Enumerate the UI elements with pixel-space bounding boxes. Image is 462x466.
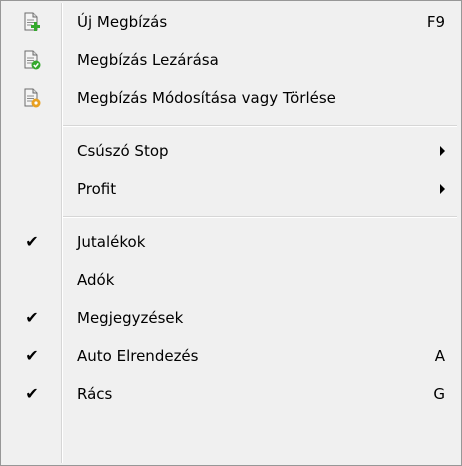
checkmark-icon: ✔ — [25, 384, 39, 403]
checkmark-icon: ✔ — [25, 232, 39, 251]
menu-item-notes[interactable]: ✔ Megjegyzések — [3, 299, 459, 337]
shortcut-label: F9 — [426, 13, 445, 31]
submenu-arrow-icon — [440, 146, 445, 156]
menu-item-label: Új Megbízás — [77, 13, 168, 31]
menu-item-label: Megjegyzések — [77, 309, 184, 327]
context-menu: Új Megbízás F9 Megbízás Lezárása Megbízá… — [0, 0, 462, 466]
close-order-icon — [3, 41, 61, 79]
menu-item-taxes[interactable]: Adók — [3, 261, 459, 299]
new-order-icon — [3, 3, 61, 41]
menu-separator — [63, 216, 457, 218]
menu-item-label: Megbízás Módosítása vagy Törlése — [77, 89, 336, 107]
checkmark-icon: ✔ — [25, 308, 39, 327]
menu-item-modify-order[interactable]: Megbízás Módosítása vagy Törlése — [3, 79, 459, 117]
menu-item-profit[interactable]: Profit — [3, 170, 459, 208]
menu-item-label: Auto Elrendezés — [77, 347, 199, 365]
menu-item-commissions[interactable]: ✔ Jutalékok — [3, 223, 459, 261]
menu-item-label: Profit — [77, 180, 117, 198]
menu-separator — [63, 125, 457, 127]
shortcut-label: G — [433, 385, 445, 403]
modify-order-icon — [3, 79, 61, 117]
menu-item-label: Megbízás Lezárása — [77, 51, 219, 69]
menu-item-label: Csúszó Stop — [77, 142, 169, 160]
checkmark-icon: ✔ — [25, 346, 39, 365]
shortcut-label: A — [434, 347, 445, 365]
menu-item-auto-arrange[interactable]: ✔ Auto Elrendezés A — [3, 337, 459, 375]
submenu-arrow-icon — [440, 184, 445, 194]
menu-item-label: Rács — [77, 385, 113, 403]
menu-item-trailing-stop[interactable]: Csúszó Stop — [3, 132, 459, 170]
menu-item-new-order[interactable]: Új Megbízás F9 — [3, 3, 459, 41]
menu-item-grid[interactable]: ✔ Rács G — [3, 375, 459, 413]
menu-item-label: Adók — [77, 271, 115, 289]
menu-item-close-order[interactable]: Megbízás Lezárása — [3, 41, 459, 79]
menu-item-label: Jutalékok — [77, 233, 146, 251]
